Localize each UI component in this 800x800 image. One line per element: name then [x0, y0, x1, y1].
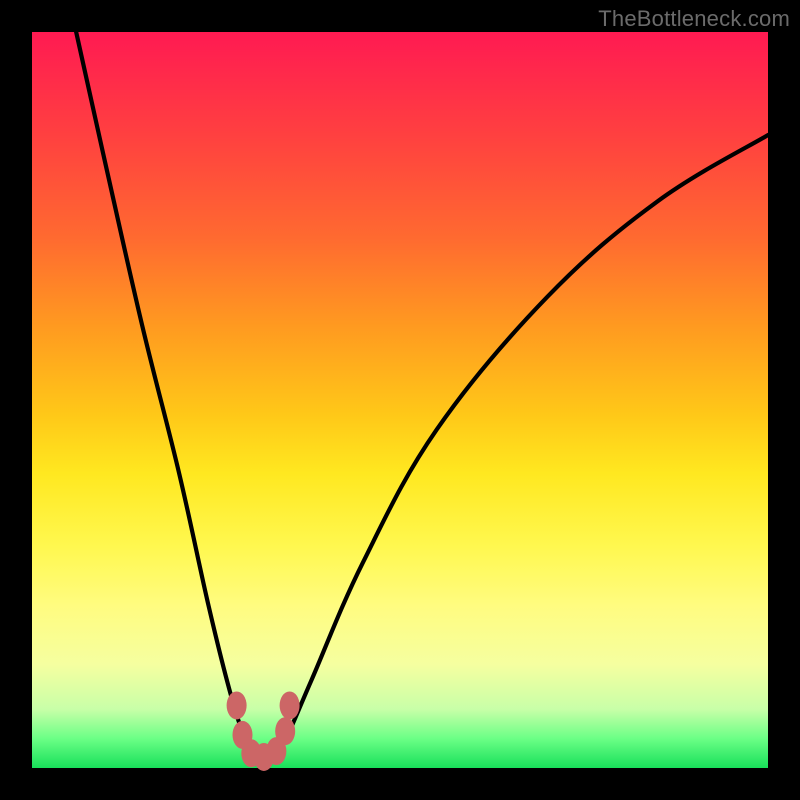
- marker-group: [227, 691, 300, 771]
- chart-frame: TheBottleneck.com: [0, 0, 800, 800]
- bottleneck-curve: [76, 32, 768, 764]
- chart-svg: [32, 32, 768, 768]
- watermark-text: TheBottleneck.com: [598, 6, 790, 32]
- marker-left-cluster-top: [227, 691, 247, 719]
- marker-right-cluster-top: [280, 691, 300, 719]
- marker-right-cluster-low: [275, 717, 295, 745]
- chart-plot-area: [32, 32, 768, 768]
